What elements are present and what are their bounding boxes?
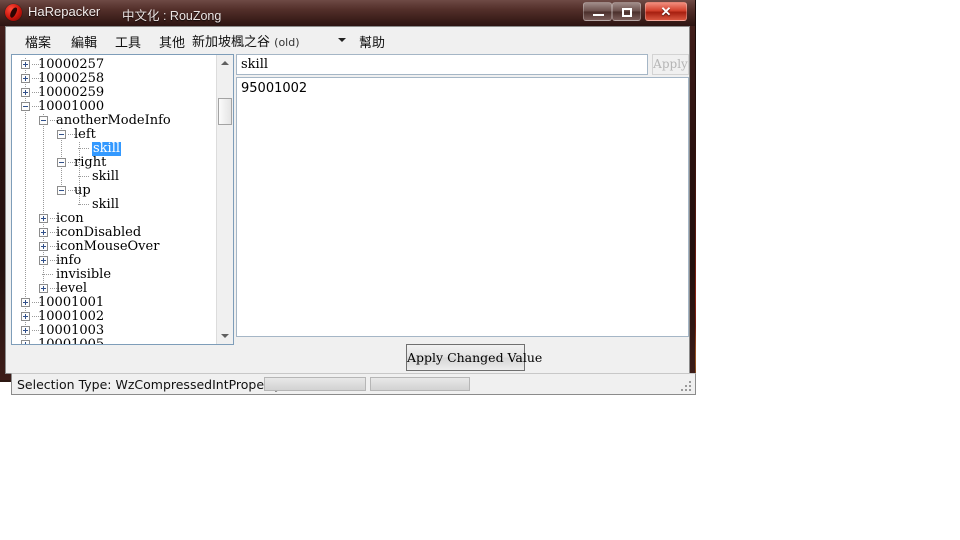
expand-icon[interactable] (39, 228, 48, 237)
collapse-icon[interactable] (57, 158, 66, 167)
property-value-box[interactable]: 95001002 (236, 77, 689, 337)
tree-node-label[interactable]: skill (92, 170, 119, 184)
tree-vertical-scrollbar[interactable] (216, 55, 233, 344)
collapse-icon[interactable] (39, 116, 48, 125)
tree-node-label[interactable]: 10001002 (38, 310, 104, 324)
scroll-down-icon[interactable] (217, 328, 233, 344)
close-icon: ✕ (660, 4, 672, 19)
tree-node-label[interactable]: skill (92, 198, 119, 212)
window-subtitle: 中文化 : RouZong (122, 9, 222, 23)
application-window: HaRepacker 中文化 : RouZong ✕ 檔案 編輯 工具 其他 新… (0, 0, 696, 395)
tree-node-label[interactable]: invisible (56, 268, 111, 282)
tree-node-label[interactable]: iconMouseOver (56, 240, 159, 254)
status-bar: Selection Type: WzCompressedIntProperty (11, 373, 696, 395)
property-name-row: skill Apply (236, 54, 689, 76)
region-select-combobox[interactable]: 新加坡楓之谷 (old) (192, 30, 352, 50)
combobox-value: 新加坡楓之谷 (old) (192, 31, 300, 50)
expand-icon[interactable] (21, 60, 30, 69)
selection-type-label: Selection Type: WzCompressedIntProperty (17, 377, 282, 392)
tree-node-label[interactable]: iconDisabled (56, 226, 141, 240)
tree-node-label[interactable]: 10000258 (38, 72, 104, 86)
menu-edit[interactable]: 編輯 (68, 31, 100, 52)
collapse-icon[interactable] (21, 102, 30, 111)
title-bar[interactable]: HaRepacker 中文化 : RouZong ✕ (0, 0, 695, 26)
wz-tree-panel[interactable]: 10000257 10000258 10000259 10001000 anotherM… (11, 54, 234, 345)
window-title: HaRepacker (28, 4, 101, 19)
tree-node-label[interactable]: 10001003 (38, 324, 104, 338)
maximize-button[interactable] (612, 2, 641, 21)
expand-icon[interactable] (21, 88, 30, 97)
tree-node-label[interactable]: 10000259 (38, 86, 104, 100)
expand-icon[interactable] (21, 74, 30, 83)
expand-icon[interactable] (39, 256, 48, 265)
window-client-area: 檔案 編輯 工具 其他 新加坡楓之谷 (old) 幫助 10000257 1000… (5, 26, 696, 395)
menu-other[interactable]: 其他 (156, 31, 188, 52)
expand-icon[interactable] (21, 340, 30, 344)
expand-icon[interactable] (39, 284, 48, 293)
status-progress-panel-1 (264, 377, 366, 391)
tree-node-label[interactable]: 10001005 (38, 338, 104, 345)
expand-icon[interactable] (39, 214, 48, 223)
combobox-region: 新加坡楓之谷 (192, 35, 271, 50)
harepacker-logo-icon (5, 4, 22, 21)
menu-help[interactable]: 幫助 (356, 31, 388, 52)
minimize-button[interactable] (583, 2, 612, 21)
collapse-icon[interactable] (57, 186, 66, 195)
tree-connector (78, 204, 89, 205)
tree-node-label[interactable]: 10001001 (38, 296, 104, 310)
tree-node-label[interactable]: 10000257 (38, 58, 104, 72)
tree-node-label[interactable]: info (56, 254, 81, 268)
tree-node-label[interactable]: skill (92, 142, 122, 156)
menu-bar: 檔案 編輯 工具 其他 新加坡楓之谷 (old) 幫助 (6, 27, 689, 52)
close-button[interactable]: ✕ (645, 2, 687, 21)
tree-connector (42, 274, 53, 275)
wz-tree[interactable]: 10000257 10000258 10000259 10001000 anotherM… (12, 55, 218, 344)
property-value-text[interactable]: 95001002 (241, 81, 307, 96)
tree-node-label[interactable]: icon (56, 212, 84, 226)
resize-grip-icon[interactable] (681, 381, 692, 392)
expand-icon[interactable] (21, 312, 30, 321)
expand-icon[interactable] (21, 298, 30, 307)
maximize-icon (622, 8, 632, 17)
tree-node-label[interactable]: right (74, 156, 106, 170)
tree-connector (78, 148, 89, 149)
status-progress-panel-2 (370, 377, 470, 391)
chevron-down-icon[interactable] (338, 38, 346, 42)
scrollbar-thumb[interactable] (218, 98, 232, 125)
expand-icon[interactable] (39, 242, 48, 251)
apply-changed-value-button[interactable]: Apply Changed Value (406, 344, 542, 371)
tree-node-label[interactable]: anotherModeInfo (56, 114, 171, 128)
apply-name-button[interactable]: Apply (652, 54, 689, 75)
combobox-suffix: (old) (274, 36, 300, 49)
tree-connector (78, 176, 89, 177)
tree-node-label[interactable]: 10001000 (38, 100, 104, 114)
tree-node-label[interactable]: level (56, 282, 87, 296)
menu-file[interactable]: 檔案 (22, 31, 54, 52)
scroll-up-icon[interactable] (217, 55, 233, 71)
property-name-input[interactable]: skill (236, 54, 648, 75)
expand-icon[interactable] (21, 326, 30, 335)
tree-node-label[interactable]: up (74, 184, 91, 198)
collapse-icon[interactable] (57, 130, 66, 139)
tree-node-label[interactable]: left (74, 128, 96, 142)
minimize-icon (593, 14, 604, 16)
menu-tools[interactable]: 工具 (112, 31, 144, 52)
